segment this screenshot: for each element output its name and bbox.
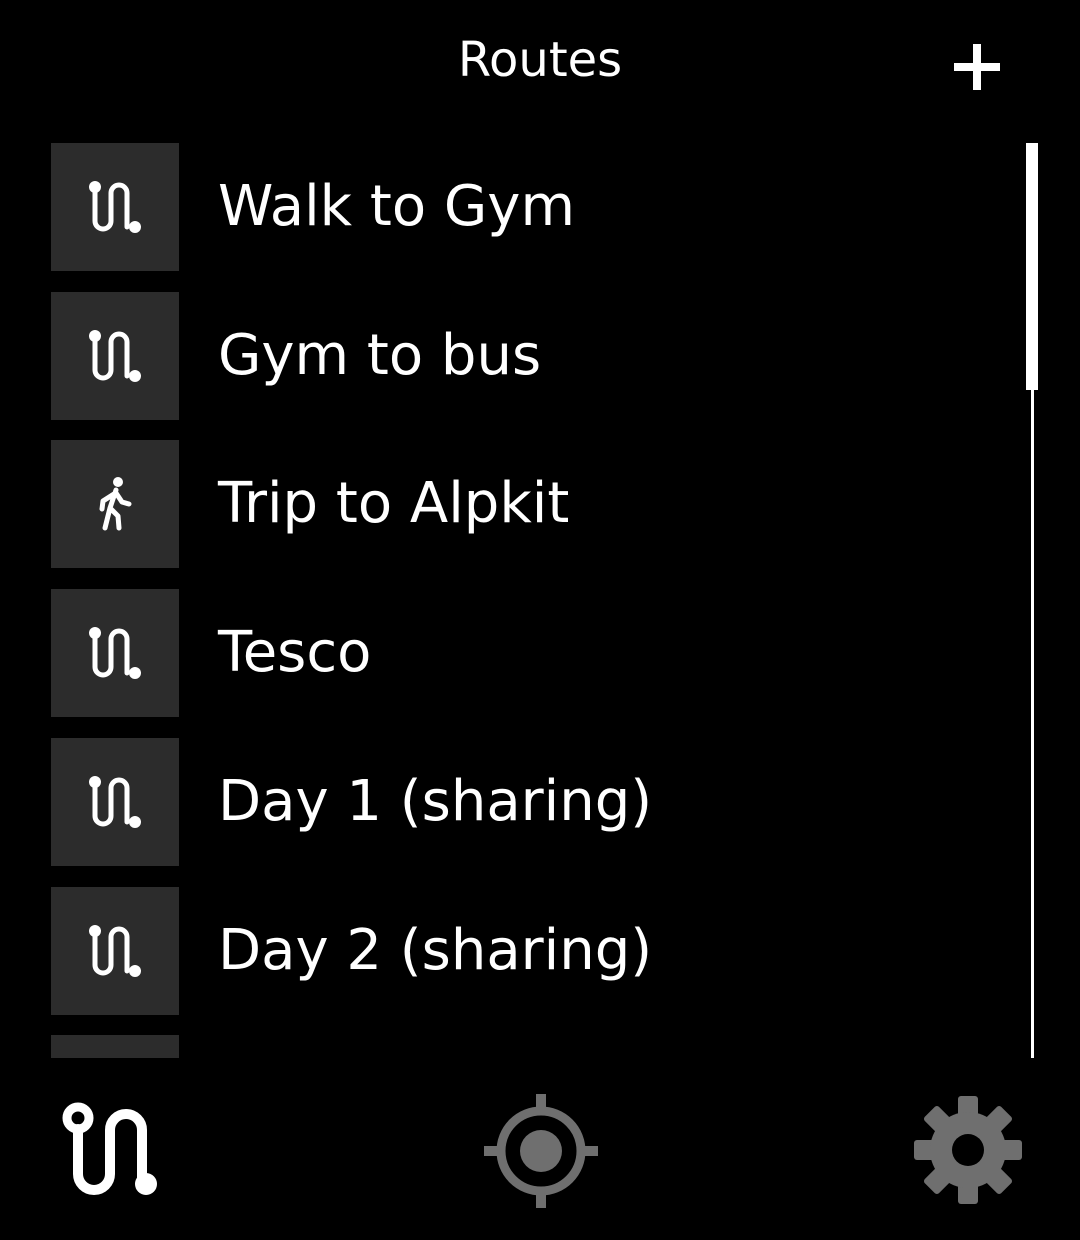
route-name: Day 2 (sharing) xyxy=(218,918,653,983)
page-title: Routes xyxy=(457,32,623,88)
list-item[interactable]: Gym to bus xyxy=(51,292,991,420)
routes-screen: Routes Walk to Gym Gym to bus Trip to Al… xyxy=(0,0,1080,1240)
routes-list[interactable]: Walk to Gym Gym to bus Trip to Alpkit Te… xyxy=(0,140,1080,1058)
nav-routes-button[interactable] xyxy=(60,1100,164,1204)
route-name: Day 1 (sharing) xyxy=(218,769,653,834)
bottom-nav xyxy=(0,1060,1080,1240)
route-icon-tile xyxy=(51,143,179,271)
crosshair-icon xyxy=(484,1094,598,1208)
list-item[interactable] xyxy=(51,1035,991,1058)
list-item[interactable]: Day 2 (sharing) xyxy=(51,887,991,1015)
route-icon xyxy=(89,181,141,233)
route-icon-tile xyxy=(51,887,179,1015)
nav-locate-button[interactable] xyxy=(480,1090,602,1212)
route-icon-tile xyxy=(51,589,179,717)
route-icon-tile xyxy=(51,292,179,420)
list-item[interactable]: Walk to Gym xyxy=(51,143,991,271)
add-route-button[interactable] xyxy=(940,30,1014,104)
gear-icon xyxy=(914,1096,1022,1204)
plus-icon xyxy=(954,44,1000,90)
scrollbar-track[interactable] xyxy=(1026,143,1038,1058)
scrollbar-thumb[interactable] xyxy=(1026,143,1038,390)
route-name: Walk to Gym xyxy=(218,174,575,239)
route-icon-tile xyxy=(51,1035,179,1058)
route-name: Gym to bus xyxy=(218,323,542,388)
list-item[interactable]: Trip to Alpkit xyxy=(51,440,991,568)
route-icon xyxy=(89,330,141,382)
header: Routes xyxy=(0,0,1080,125)
route-icon xyxy=(89,627,141,679)
route-icon-tile xyxy=(51,738,179,866)
walking-person-icon xyxy=(99,477,132,531)
route-icon xyxy=(62,1102,157,1195)
walking-icon-tile xyxy=(51,440,179,568)
route-name: Trip to Alpkit xyxy=(218,471,570,536)
nav-settings-button[interactable] xyxy=(912,1094,1024,1206)
route-icon xyxy=(89,925,141,977)
route-name: Tesco xyxy=(218,620,372,685)
list-item[interactable]: Day 1 (sharing) xyxy=(51,738,991,866)
list-item[interactable]: Tesco xyxy=(51,589,991,717)
route-icon xyxy=(89,776,141,828)
